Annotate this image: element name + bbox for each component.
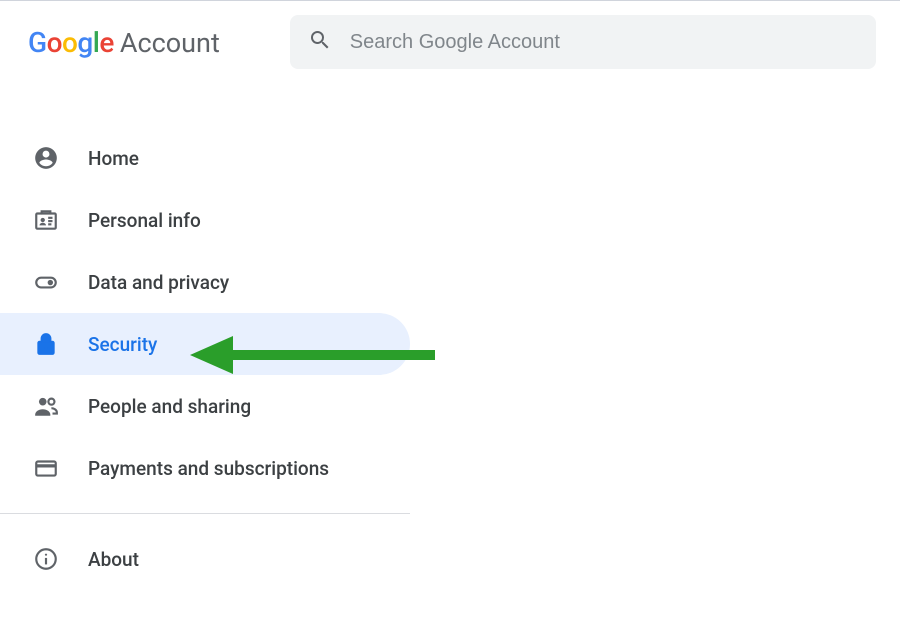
toggle-icon (32, 268, 60, 296)
product-name: Account (120, 27, 220, 59)
sidebar-divider (0, 513, 410, 514)
sidebar-item-data-privacy[interactable]: Data and privacy (0, 251, 410, 313)
header: Google Account (0, 1, 900, 87)
search-input[interactable] (350, 31, 858, 54)
search-box[interactable] (290, 15, 876, 69)
account-circle-icon (32, 144, 60, 172)
sidebar: Home Personal info Data and privacy Secu… (0, 87, 410, 590)
google-logo: Google (28, 26, 114, 59)
info-icon (32, 545, 60, 573)
sidebar-item-label: Personal info (88, 209, 201, 232)
sidebar-item-label: Security (88, 333, 157, 356)
sidebar-item-people-sharing[interactable]: People and sharing (0, 375, 410, 437)
sidebar-item-personal-info[interactable]: Personal info (0, 189, 410, 251)
sidebar-item-label: Data and privacy (88, 271, 229, 294)
sidebar-item-payments[interactable]: Payments and subscriptions (0, 437, 410, 499)
logo-block: Google Account (28, 26, 220, 59)
people-icon (32, 392, 60, 420)
sidebar-item-label: Payments and subscriptions (88, 457, 329, 480)
sidebar-item-security[interactable]: Security (0, 313, 410, 375)
lock-icon (32, 330, 60, 358)
sidebar-item-home[interactable]: Home (0, 127, 410, 189)
search-icon (308, 28, 332, 56)
sidebar-item-label: About (88, 548, 139, 571)
sidebar-item-about[interactable]: About (0, 528, 410, 590)
credit-card-icon (32, 454, 60, 482)
id-card-icon (32, 206, 60, 234)
sidebar-item-label: Home (88, 147, 139, 170)
sidebar-item-label: People and sharing (88, 395, 251, 418)
